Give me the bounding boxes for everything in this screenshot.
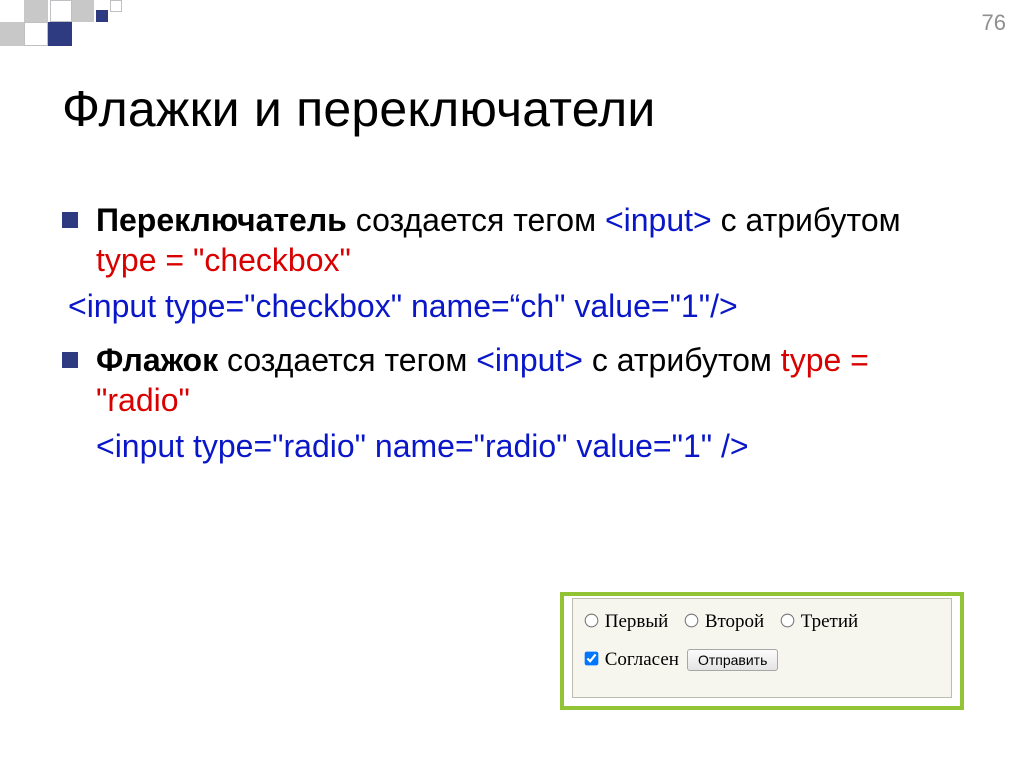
- radio-input-1[interactable]: [585, 614, 599, 628]
- bullet2-tag: <input>: [476, 342, 583, 378]
- radio-label-1: Первый: [605, 611, 669, 632]
- bullet1-attr: type = "checkbox": [96, 242, 351, 278]
- form-example: Первый Второй Третий Согласен Отправить: [572, 598, 952, 698]
- agree-checkbox[interactable]: [585, 652, 599, 666]
- bullet2-bold: Флажок: [96, 342, 218, 378]
- slide: 76 Флажки и переключатели Переключатель …: [0, 0, 1024, 767]
- bullet2-pre: создается тегом: [218, 342, 476, 378]
- slide-title: Флажки и переключатели: [62, 80, 656, 138]
- agree-text: Согласен: [605, 649, 679, 670]
- bullet-item-1: Переключатель создается тегом <input> с …: [62, 200, 964, 280]
- bullet1-tag: <input>: [605, 202, 712, 238]
- radio-option-2[interactable]: Второй: [685, 611, 764, 633]
- code-line-1: <input type="checkbox" name=“ch" value="…: [68, 286, 964, 326]
- bullet-item-2: Флажок создается тегом <input> с атрибут…: [62, 340, 964, 420]
- bullet-text-2: Флажок создается тегом <input> с атрибут…: [96, 340, 964, 420]
- bullet-text-1: Переключатель создается тегом <input> с …: [96, 200, 964, 280]
- submit-button[interactable]: Отправить: [687, 649, 778, 671]
- radio-input-2[interactable]: [685, 614, 699, 628]
- radio-option-3[interactable]: Третий: [781, 611, 858, 633]
- radio-label-3: Третий: [801, 611, 858, 632]
- decoration-squares: [0, 0, 300, 48]
- radio-input-3[interactable]: [781, 614, 795, 628]
- checkbox-row: Согласен Отправить: [585, 649, 939, 671]
- radio-option-1[interactable]: Первый: [585, 611, 668, 633]
- bullet-marker: [62, 352, 78, 368]
- bullet1-pre: создается тегом: [347, 202, 605, 238]
- bullet-marker: [62, 212, 78, 228]
- form-example-frame: Первый Второй Третий Согласен Отправить: [560, 592, 964, 710]
- bullet1-bold: Переключатель: [96, 202, 347, 238]
- page-number: 76: [982, 10, 1006, 36]
- code-line-2: <input type="radio" name="radio" value="…: [96, 426, 964, 466]
- radio-label-2: Второй: [705, 611, 764, 632]
- agree-checkbox-label[interactable]: Согласен: [585, 649, 679, 671]
- bullet1-post: с атрибутом: [712, 202, 901, 238]
- radio-row: Первый Второй Третий: [585, 611, 939, 633]
- slide-body: Переключатель создается тегом <input> с …: [62, 200, 964, 480]
- bullet2-post: с атрибутом: [583, 342, 781, 378]
